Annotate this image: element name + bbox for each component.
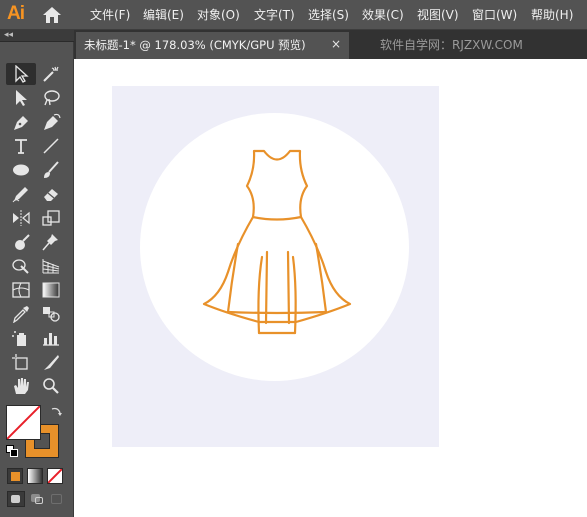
menu-edit[interactable]: 编辑(E) xyxy=(143,6,184,24)
ellipse-icon xyxy=(13,164,29,176)
puppet-warp-tool[interactable] xyxy=(36,231,66,253)
line-segment-tool[interactable] xyxy=(36,135,66,157)
ellipse-tool[interactable] xyxy=(6,159,36,181)
pen-icon xyxy=(14,116,28,130)
selection-tool[interactable] xyxy=(6,63,36,85)
default-fill-stroke-icon[interactable] xyxy=(6,445,18,457)
none-icon xyxy=(48,469,62,483)
slice-tool[interactable] xyxy=(36,351,66,373)
none-mode-button[interactable] xyxy=(47,468,63,484)
menu-object[interactable]: 对象(O) xyxy=(197,6,240,24)
scale-icon xyxy=(42,210,60,226)
eyedropper-icon xyxy=(13,306,29,323)
direct-selection-tool[interactable] xyxy=(6,87,36,109)
paintbrush-tool[interactable] xyxy=(36,159,66,181)
mesh-tool[interactable] xyxy=(6,279,36,301)
document-tab-bar: ◂◂ 未标题-1* @ 178.03% (CMYK/GPU 预览) × 软件自学… xyxy=(0,30,587,59)
zoom-icon xyxy=(43,378,59,394)
panel-collapse-button[interactable]: ◂◂ xyxy=(0,30,74,42)
warp-icon xyxy=(15,234,30,250)
scale-tool[interactable] xyxy=(36,207,66,229)
mesh-icon xyxy=(12,282,30,298)
app-logo: Ai xyxy=(7,3,25,24)
type-tool[interactable] xyxy=(6,135,36,157)
curvature-pen-icon xyxy=(44,113,61,130)
shaper-pencil-icon xyxy=(12,187,28,203)
swap-fill-stroke-icon[interactable] xyxy=(49,404,63,418)
column-graph-icon xyxy=(43,333,59,346)
menu-bar: Ai 文件(F) 编辑(E) 对象(O) 文字(T) 选择(S) 效果(C) 视… xyxy=(0,0,587,30)
curvature-tool[interactable] xyxy=(36,111,66,133)
perspective-grid-icon xyxy=(42,259,60,274)
hand-tool[interactable] xyxy=(6,375,36,397)
magic-wand-tool[interactable] xyxy=(36,63,66,85)
shape-builder-icon xyxy=(12,259,29,274)
menu-effect[interactable]: 效果(C) xyxy=(362,6,404,24)
gradient-mode-button[interactable] xyxy=(27,468,43,484)
direct-selection-icon xyxy=(16,90,27,106)
artboard-tool[interactable] xyxy=(6,351,36,373)
hand-icon xyxy=(14,378,29,394)
home-button[interactable] xyxy=(41,5,63,25)
pushpin-icon xyxy=(42,234,58,251)
selection-arrow-icon xyxy=(15,65,29,83)
canvas-area[interactable] xyxy=(75,59,587,517)
menu-window[interactable]: 窗口(W) xyxy=(472,6,517,24)
perspective-grid-tool[interactable] xyxy=(36,255,66,277)
watermark-text: 软件自学网：RJZXW.COM xyxy=(380,38,523,52)
home-icon xyxy=(43,7,61,23)
draw-behind-button[interactable] xyxy=(28,491,46,507)
artboard[interactable] xyxy=(112,86,439,447)
zoom-tool[interactable] xyxy=(36,375,66,397)
shaper-tool[interactable] xyxy=(6,183,36,205)
symbol-sprayer-tool[interactable] xyxy=(6,327,36,349)
close-icon[interactable]: × xyxy=(331,36,341,52)
menu-select[interactable]: 选择(S) xyxy=(308,6,349,24)
draw-inside-button[interactable] xyxy=(48,491,66,507)
type-icon xyxy=(15,139,27,154)
column-graph-tool[interactable] xyxy=(36,327,66,349)
dress-icon[interactable] xyxy=(202,148,352,338)
document-tab-title: 未标题-1* @ 178.03% (CMYK/GPU 预览) xyxy=(84,38,306,52)
pen-tool[interactable] xyxy=(6,111,36,133)
none-slash-icon xyxy=(7,406,40,439)
gradient-icon xyxy=(42,282,60,298)
gradient-tool[interactable] xyxy=(36,279,66,301)
paintbrush-icon xyxy=(44,161,59,178)
reflect-tool[interactable] xyxy=(6,207,36,229)
menu-type[interactable]: 文字(T) xyxy=(254,6,295,24)
eraser-tool[interactable] xyxy=(36,183,66,205)
tools-panel xyxy=(0,42,74,517)
lasso-icon xyxy=(44,90,60,106)
slice-knife-icon xyxy=(44,355,59,370)
eyedropper-tool[interactable] xyxy=(6,303,36,325)
fill-swatch[interactable] xyxy=(6,405,41,440)
document-tab[interactable]: 未标题-1* @ 178.03% (CMYK/GPU 预览) × xyxy=(76,32,349,59)
menu-view[interactable]: 视图(V) xyxy=(417,6,459,24)
color-mode-button[interactable] xyxy=(7,468,23,484)
eraser-icon xyxy=(44,189,58,201)
line-icon xyxy=(43,138,59,154)
reflect-icon xyxy=(13,210,30,226)
blend-tool[interactable] xyxy=(36,303,66,325)
magic-wand-icon xyxy=(43,66,59,82)
artboard-icon xyxy=(12,354,28,370)
shape-builder-tool[interactable] xyxy=(6,255,36,277)
lasso-tool[interactable] xyxy=(36,87,66,109)
blend-icon xyxy=(43,307,60,322)
menu-file[interactable]: 文件(F) xyxy=(90,6,130,24)
menu-help[interactable]: 帮助(H) xyxy=(531,6,573,24)
draw-normal-button[interactable] xyxy=(7,491,25,507)
symbol-sprayer-icon xyxy=(12,331,26,346)
warp-tool[interactable] xyxy=(6,231,36,253)
